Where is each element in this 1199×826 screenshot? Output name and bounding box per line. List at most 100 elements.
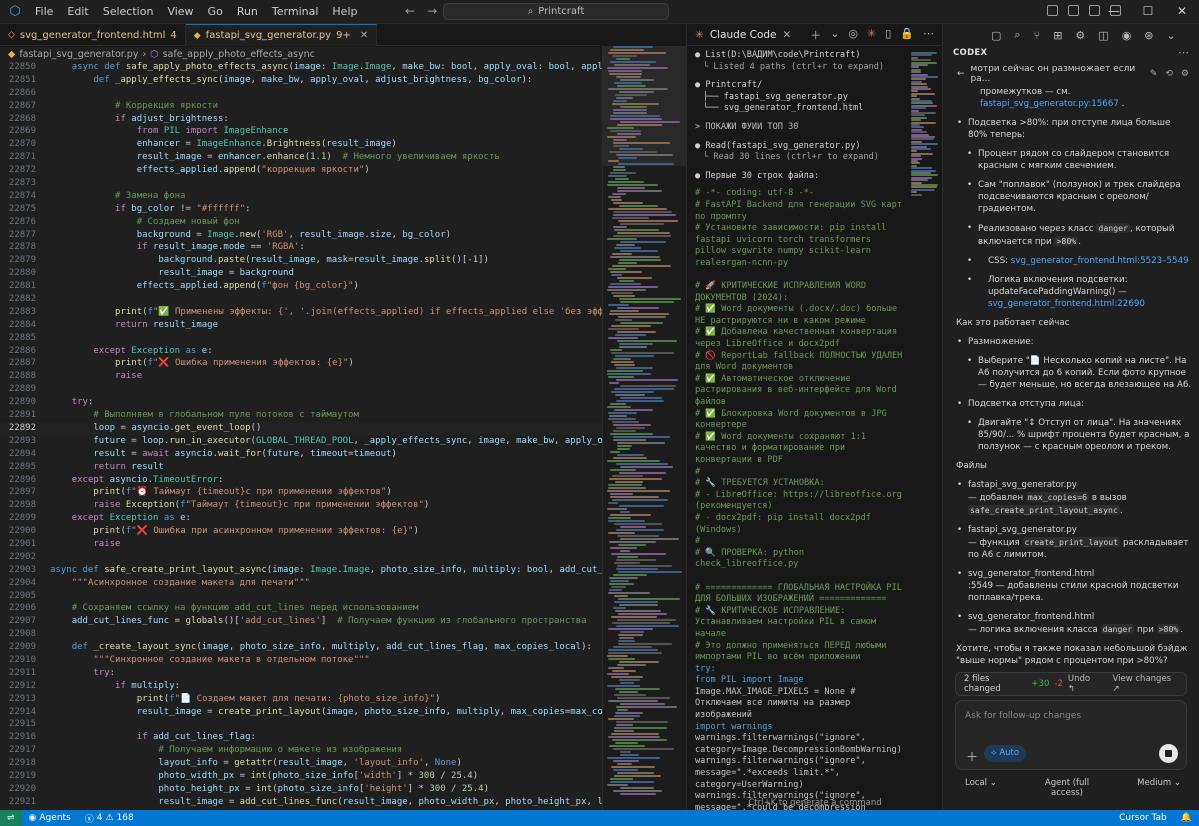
code-line[interactable]: 22909 def _create_layout_sync(image, pho… [0,641,602,654]
menu-file[interactable]: File [28,5,60,18]
chevron-down-icon[interactable]: ⌄ [1167,29,1176,42]
file-link[interactable]: fastapi_svg_generator.py:15667 [980,99,1119,109]
code-line[interactable]: 22891 # Выполняем в глобальном пуле пото… [0,409,602,422]
follow-up-input[interactable]: Ask for follow-up changes [965,711,1081,721]
lock-icon[interactable]: 🔒 [900,27,914,43]
cursor-tab-status[interactable]: Cursor Tab [1112,813,1174,823]
code-line[interactable]: 22883 print(f"✅ Применены эффекты: {', '… [0,306,602,319]
toggle-sidebar-icon[interactable] [1047,5,1058,16]
code-line[interactable]: 22904 """Асинхронное создание макета для… [0,577,602,590]
tab-fastapi-svg-generator[interactable]: ◆ fastapi_svg_generator.py 9+ ✕ [185,24,378,46]
menu-go[interactable]: Go [201,5,230,18]
code-line[interactable]: 22872 effects_applied.append("коррекция … [0,164,602,177]
code-line[interactable]: 22884 return result_image [0,319,602,332]
code-line[interactable]: 22893 future = loop.run_in_executor(GLOB… [0,435,602,448]
code-line[interactable]: 22869 from PIL import ImageEnhance [0,125,602,138]
code-line[interactable]: 22920 photo_height_px = int(photo_size_i… [0,783,602,796]
file-name[interactable]: svg_generator_frontend.html [968,569,1094,579]
file-name[interactable]: fastapi_svg_generator.py [968,480,1077,490]
maximize-icon[interactable]: ☐ [1131,0,1165,24]
claude-icon[interactable]: ✳ [867,27,876,43]
menu-selection[interactable]: Selection [96,5,161,18]
more-actions-icon[interactable]: ⋯ [1178,46,1189,59]
code-line[interactable]: 22873 [0,177,602,190]
code-line[interactable]: 22917 # Получаем информацию о макете из … [0,744,602,757]
code-line[interactable]: 22882 [0,293,602,306]
code-line[interactable]: 22888 raise [0,370,602,383]
minimap[interactable] [602,46,686,810]
toggle-panel-icon[interactable] [1068,5,1079,16]
menu-edit[interactable]: Edit [60,5,95,18]
code-line[interactable]: 22905 [0,590,602,603]
code-line[interactable]: 22911 try: [0,667,602,680]
codex-icon[interactable]: ⊛ [1144,29,1153,42]
code-line[interactable]: 22868 if adjust_brightness: [0,113,602,126]
code-line[interactable]: 22871 result_image = enhancer.enhance(1.… [0,151,602,164]
file-name[interactable]: svg_generator_frontend.html [968,612,1094,622]
code-line[interactable]: 22916 if add_cut_lines_flag: [0,731,602,744]
code-line[interactable]: 22885 [0,332,602,345]
code-line[interactable]: 22890 try: [0,396,602,409]
close-tab-icon[interactable]: ✕ [783,29,792,41]
menu-terminal[interactable]: Terminal [265,5,326,18]
file-name[interactable]: fastapi_svg_generator.py [968,525,1077,535]
follow-up-composer[interactable]: Ask for follow-up changes ＋ ⟡ Auto [955,700,1187,770]
more-actions-icon[interactable]: ⋯ [923,27,934,43]
code-line[interactable]: 22880 result_image = background [0,267,602,280]
code-line[interactable]: 22901 raise [0,538,602,551]
code-line[interactable]: 22867 # Коррекция яркости [0,100,602,113]
code-line[interactable]: 22892 loop = asyncio.get_event_loop() [0,421,602,435]
code-line[interactable]: 22906 # Сохраняем ссылку на функцию add_… [0,602,602,615]
search-icon[interactable]: ⌕ [1014,28,1020,42]
code-line[interactable]: 22879 background.paste(result_image, mas… [0,254,602,267]
chat-icon[interactable]: ▢ [991,29,1001,42]
code-line[interactable]: 22898 raise Exception(f"Таймаут {timeout… [0,499,602,512]
thread-title[interactable]: мотри сейчас он размножает если ра... [971,64,1144,84]
local-selector[interactable]: Local ⌄ [955,778,997,798]
code-line[interactable]: 22914 result_image = create_print_layout… [0,706,602,719]
code-line[interactable]: 22881 effects_applied.append(f"фон {bg_c… [0,280,602,293]
code-line[interactable]: 22897 print(f"⏰ Таймаут {timeout}с при п… [0,486,602,499]
code-line[interactable]: 22921 result_image = add_cut_lines_func(… [0,796,602,809]
reasoning-effort-selector[interactable]: Medium ⌄ [1137,778,1191,798]
code-line[interactable]: 22902 [0,551,602,564]
new-session-icon[interactable]: ＋ [810,27,821,43]
forward-arrow-icon[interactable]: → [427,4,437,18]
code-line[interactable]: 22899 except Exception as e: [0,512,602,525]
back-arrow-icon[interactable]: ← [405,4,415,18]
add-context-icon[interactable]: ＋ [966,748,978,765]
code-line[interactable]: 22907 add_cut_lines_func = globals()['ad… [0,615,602,628]
menu-help[interactable]: Help [325,5,364,18]
tab-svg-generator-frontend[interactable]: ◇ svg_generator_frontend.html 4 [0,24,186,46]
code-line[interactable]: 22851 def _apply_effects_sync(image, mak… [0,74,602,87]
source-control-icon[interactable]: ⑂ [1034,29,1041,42]
agents-button[interactable]: ◉ Agents [22,813,78,823]
code-line[interactable]: 22908 [0,628,602,641]
code-line[interactable]: 22876 # Создаем новый фон [0,216,602,229]
code-line[interactable]: 22896 except asyncio.TimeoutError: [0,474,602,487]
undo-button[interactable]: Undo ↰ [1068,674,1099,694]
split-editor-icon[interactable]: ▯ [885,27,891,43]
file-link[interactable]: svg_generator_frontend.html:22690 [988,299,1145,309]
code-editor[interactable]: 22850 async def safe_apply_photo_effects… [0,61,602,810]
code-line[interactable]: 22875 if bg_color != "#ffffff": [0,203,602,216]
code-line[interactable]: 22913 print(f"📄 Создаем макет для печати… [0,693,602,706]
code-line[interactable]: 22870 enhancer = ImageEnhance.Brightness… [0,138,602,151]
close-tab-icon[interactable]: ✕ [360,30,368,41]
agent-mode-selector[interactable]: Agent (full access) [1032,778,1102,798]
code-line[interactable]: 22886 except Exception as e: [0,345,602,358]
breadcrumb-file[interactable]: fastapi_svg_generator.py [19,49,138,60]
history-icon[interactable]: ⟲ [1165,69,1173,79]
menu-run[interactable]: Run [230,5,265,18]
file-link[interactable]: svg_generator_frontend.html:5523–5549 [1011,256,1189,266]
menu-view[interactable]: View [160,5,200,18]
edit-icon[interactable]: ✎ [1150,69,1158,79]
minimize-icon[interactable]: — [1097,0,1131,24]
command-search-box[interactable]: ⌕ Printcraft [443,3,669,20]
remote-indicator[interactable]: ⇌ [0,810,22,826]
code-line[interactable]: 22850 async def safe_apply_photo_effects… [0,61,602,74]
code-line[interactable]: 22866 [0,87,602,100]
code-line[interactable]: 22878 if result_image.mode == 'RGBA': [0,241,602,254]
code-line[interactable]: 22895 return result [0,461,602,474]
code-line[interactable]: 22874 # Замена фона [0,190,602,203]
